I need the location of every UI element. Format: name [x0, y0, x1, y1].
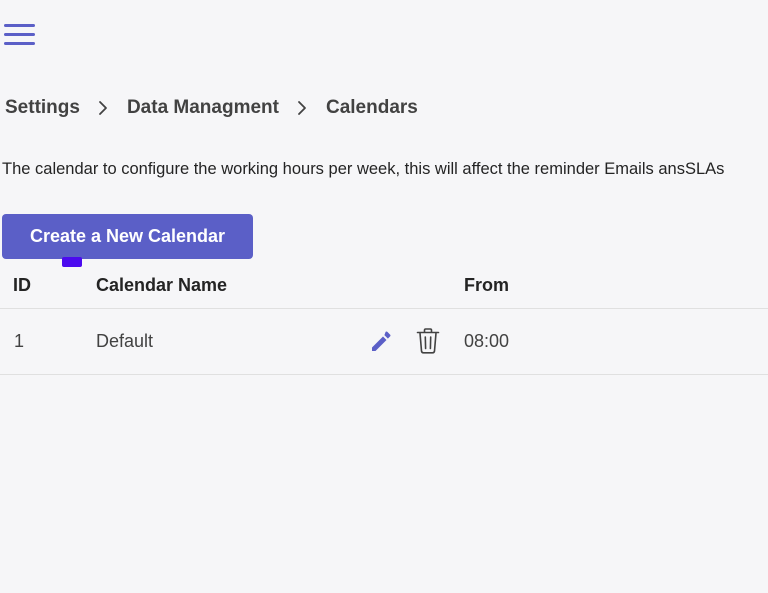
breadcrumb: Settings Data Managment Calendars: [5, 97, 418, 119]
pencil-icon[interactable]: [368, 328, 394, 354]
trash-icon[interactable]: [415, 327, 441, 355]
page-description: The calendar to configure the working ho…: [2, 160, 725, 178]
chevron-right-icon: [99, 101, 107, 115]
cell-calendar-name: Default: [96, 331, 154, 351]
create-calendar-button[interactable]: Create a New Calendar: [2, 214, 253, 259]
chevron-right-icon: [298, 101, 306, 115]
breadcrumb-settings[interactable]: Settings: [5, 97, 80, 119]
cell-id: 1: [14, 331, 25, 351]
cell-from: 08:00: [464, 331, 510, 351]
calendars-table: ID Calendar Name From 1 Default 08:00: [0, 262, 768, 375]
column-header-id[interactable]: ID: [13, 275, 31, 296]
calendars-page: Settings Data Managment Calendars The ca…: [0, 0, 768, 593]
breadcrumb-data-management[interactable]: Data Managment: [127, 97, 279, 119]
column-header-calendar-name[interactable]: Calendar Name: [96, 275, 227, 296]
table-header: ID Calendar Name From: [0, 262, 768, 309]
hamburger-menu-icon[interactable]: [4, 23, 36, 47]
table-row[interactable]: 1 Default 08:00: [0, 309, 768, 375]
breadcrumb-calendars: Calendars: [325, 97, 418, 118]
column-header-from[interactable]: From: [464, 275, 509, 296]
